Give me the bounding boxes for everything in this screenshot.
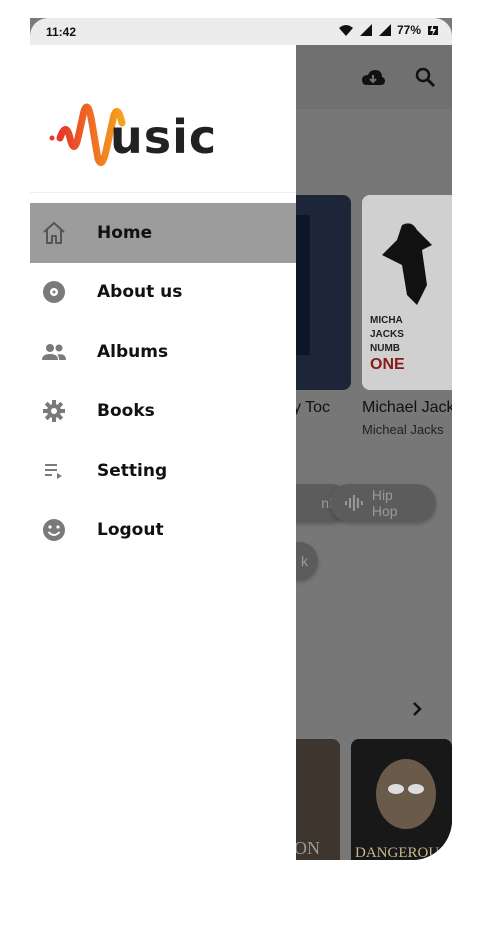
navigation-drawer: usic Home About us Albums Books Setting … <box>30 45 296 860</box>
chip-label: Hip Hop <box>371 487 398 519</box>
menu-item-albums[interactable]: Albums <box>30 322 296 382</box>
divider <box>30 192 296 193</box>
battery-level: 77% <box>396 23 421 37</box>
menu-item-home[interactable]: Home <box>30 203 296 263</box>
menu-item-about-us[interactable]: About us <box>30 263 296 323</box>
svg-text:JACKS: JACKS <box>370 329 404 340</box>
album-art-text: ON <box>294 838 320 858</box>
gear-icon <box>41 398 67 424</box>
signal-icon <box>359 24 372 36</box>
album-art: DANGEROU <box>351 739 452 860</box>
logo-text: usic <box>110 110 218 164</box>
album-card[interactable]: DANGEROU <box>351 739 452 860</box>
people-icon <box>41 339 67 365</box>
status-icons: 77% <box>338 23 440 37</box>
menu-item-label: About us <box>97 282 183 303</box>
menu-item-books[interactable]: Books <box>30 382 296 442</box>
menu-item-label: Setting <box>97 460 168 481</box>
svg-text:MICHA: MICHA <box>370 315 403 326</box>
chevron-right-icon[interactable] <box>408 700 426 718</box>
wifi-icon <box>338 25 353 36</box>
menu-item-label: Albums <box>97 341 169 362</box>
svg-text:DANGEROU: DANGEROU <box>355 845 439 860</box>
app-logo: usic <box>48 103 238 173</box>
battery-charging-icon <box>428 24 438 36</box>
card-subtitle: Micheal Jacks <box>362 422 444 437</box>
album-art: MICHA JACKS NUMB ONE <box>362 195 452 390</box>
disc-icon <box>41 279 67 305</box>
menu-item-label: Home <box>97 222 153 243</box>
signal-icon-2 <box>378 24 391 36</box>
menu-item-logout[interactable]: Logout <box>30 501 296 561</box>
album-card[interactable]: MICHA JACKS NUMB ONE <box>362 195 452 390</box>
menu-item-setting[interactable]: Setting <box>30 441 296 501</box>
phone-screen: 11:42 77% ky Toc MICHA JACKS NUMB ONE Mi… <box>30 18 452 860</box>
menu-item-label: Logout <box>97 520 164 541</box>
genre-chip-hip-hop[interactable]: Hip Hop <box>330 484 436 522</box>
smiley-icon <box>41 517 67 543</box>
drawer-menu: Home About us Albums Books Setting Logou… <box>30 203 296 560</box>
waveform-icon <box>344 495 363 511</box>
playlist-icon <box>41 458 67 484</box>
cloud-download-icon[interactable] <box>360 65 386 91</box>
svg-text:NUMB: NUMB <box>370 343 400 354</box>
svg-text:ONE: ONE <box>370 356 405 373</box>
chip-label: k <box>301 553 308 569</box>
status-time: 11:42 <box>46 25 77 39</box>
home-icon <box>41 220 67 246</box>
menu-item-label: Books <box>97 401 155 422</box>
card-title: Michael Jack <box>362 399 452 416</box>
search-icon[interactable] <box>413 65 439 91</box>
status-bar: 11:42 77% <box>30 18 452 45</box>
